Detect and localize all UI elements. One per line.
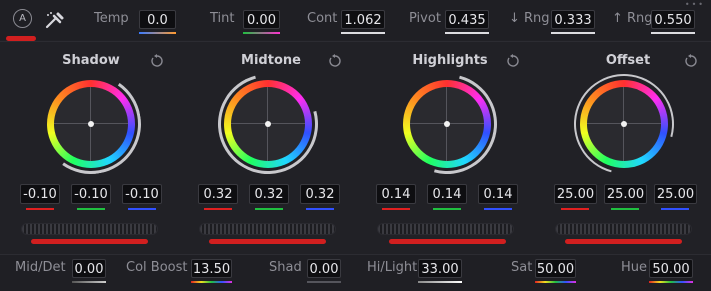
- midtone-green-field[interactable]: 0.32: [249, 184, 289, 204]
- midtone-red-indicator: [204, 208, 232, 210]
- mid-detail-indicator: [72, 281, 106, 283]
- high-range-indicator: [651, 32, 695, 34]
- midtone-master-indicator: [209, 239, 326, 244]
- low-range-indicator: [551, 32, 595, 34]
- auto-balance-button[interactable]: A: [13, 9, 32, 28]
- offset-red-indicator: [561, 208, 589, 210]
- midtone-wheel-handle[interactable]: [265, 121, 271, 127]
- mid-detail-field[interactable]: 0.00: [72, 259, 106, 278]
- shadow-red-field[interactable]: -0.10: [20, 184, 60, 204]
- pivot-label: Pivot: [409, 11, 441, 26]
- shadow-title: Shadow: [62, 53, 120, 68]
- reset-icon[interactable]: [683, 53, 699, 69]
- reset-icon[interactable]: [505, 53, 521, 69]
- highlights-blue-indicator: [484, 208, 512, 210]
- highlights-param-indicator: [418, 281, 462, 283]
- color-boost-indicator: [191, 281, 232, 283]
- temp-field[interactable]: 0.0: [139, 10, 176, 29]
- shadow-green-indicator: [77, 208, 105, 210]
- highlights-title: Highlights: [412, 53, 488, 68]
- highlights-param-label: Hi/Light: [367, 260, 418, 275]
- shadow-master-indicator: [31, 239, 148, 244]
- shadows-field[interactable]: 0.00: [307, 259, 341, 278]
- offset-red-field[interactable]: 25.00: [554, 184, 597, 204]
- highlights-red-indicator: [382, 208, 410, 210]
- saturation-indicator: [535, 281, 576, 283]
- offset-title: Offset: [605, 53, 651, 68]
- low-range-field[interactable]: 0.333: [551, 10, 595, 29]
- temp-label: Temp: [94, 11, 129, 26]
- offset-master-wheel[interactable]: [555, 223, 692, 235]
- color-boost-label: Col Boost: [126, 260, 188, 275]
- saturation-field[interactable]: 50.00: [535, 259, 576, 278]
- shadow-wheel-handle[interactable]: [88, 121, 94, 127]
- saturation-label: Sat: [511, 260, 533, 275]
- primaries-toolbar: A Temp 0.0 Tint 0.00 Cont 1.062 Pivot 0.…: [0, 0, 711, 41]
- color-boost-field[interactable]: 13.50: [191, 259, 232, 278]
- shadow-blue-field[interactable]: -0.10: [122, 184, 162, 204]
- toolbar-divider: [0, 41, 711, 42]
- offset-master-indicator: [565, 239, 682, 244]
- midtone-color-wheel[interactable]: [199, 55, 337, 193]
- contrast-field[interactable]: 1.062: [341, 10, 385, 29]
- offset-blue-field[interactable]: 25.00: [654, 184, 697, 204]
- primaries-bottom-bar: Mid/Det 0.00 Col Boost 13.50 Shad 0.00 H…: [0, 254, 711, 291]
- highlights-master-wheel[interactable]: [377, 223, 514, 235]
- midtone-master-wheel[interactable]: [199, 223, 336, 235]
- highlights-red-field[interactable]: 0.14: [376, 184, 416, 204]
- panel-grip-icon: •••: [684, 0, 705, 9]
- shadow-master-wheel[interactable]: [21, 223, 158, 235]
- midtone-blue-indicator: [306, 208, 334, 210]
- highlights-param-field[interactable]: 33.00: [418, 259, 462, 278]
- hue-field[interactable]: 50.00: [649, 259, 693, 278]
- midtone-green-indicator: [255, 208, 283, 210]
- mid-detail-label: Mid/Det: [15, 260, 66, 275]
- highlights-master-indicator: [389, 239, 506, 244]
- highlights-green-field[interactable]: 0.14: [427, 184, 467, 204]
- offset-wheel-handle[interactable]: [621, 121, 627, 127]
- contrast-label: Cont: [307, 11, 338, 26]
- tint-indicator: [243, 32, 280, 34]
- midtone-title: Midtone: [241, 53, 301, 68]
- tint-field[interactable]: 0.00: [243, 10, 280, 29]
- pivot-indicator: [445, 32, 489, 34]
- shadow-blue-indicator: [128, 208, 156, 210]
- low-range-label: ↓ Rng: [509, 11, 550, 26]
- offset-blue-indicator: [661, 208, 689, 210]
- eyedropper-icon[interactable]: [44, 10, 66, 30]
- offset-color-wheel[interactable]: [555, 55, 693, 193]
- hue-label: Hue: [621, 260, 648, 275]
- shadow-green-field[interactable]: -0.10: [71, 184, 111, 204]
- contrast-indicator: [341, 32, 385, 34]
- midtone-red-field[interactable]: 0.32: [198, 184, 238, 204]
- reset-icon[interactable]: [149, 53, 165, 69]
- highlights-blue-field[interactable]: 0.14: [478, 184, 518, 204]
- midtone-blue-field[interactable]: 0.32: [300, 184, 340, 204]
- highlights-wheel-handle[interactable]: [444, 121, 450, 127]
- high-range-label: ↑ Rng: [612, 11, 653, 26]
- highlights-green-indicator: [433, 208, 461, 210]
- temp-indicator: [139, 32, 176, 34]
- hue-indicator: [649, 281, 693, 283]
- shadows-indicator: [307, 281, 341, 283]
- reset-icon[interactable]: [327, 53, 343, 69]
- high-range-field[interactable]: 0.550: [651, 10, 695, 29]
- offset-green-indicator: [611, 208, 639, 210]
- offset-green-field[interactable]: 25.00: [604, 184, 647, 204]
- shadow-color-wheel[interactable]: [33, 66, 149, 182]
- tint-label: Tint: [210, 11, 235, 26]
- highlights-color-wheel[interactable]: [378, 55, 516, 193]
- shadows-label: Shad: [269, 260, 302, 275]
- shadow-red-indicator: [26, 208, 54, 210]
- pivot-field[interactable]: 0.435: [445, 10, 489, 29]
